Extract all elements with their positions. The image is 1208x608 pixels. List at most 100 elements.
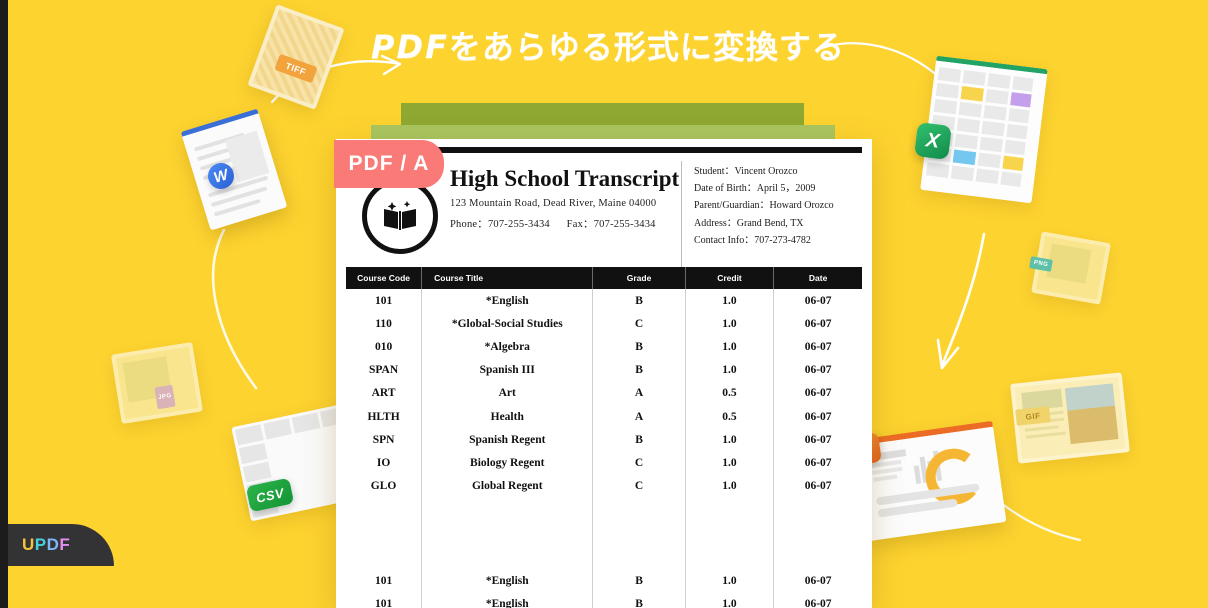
column-header-grade: Grade — [592, 267, 686, 289]
cell-date — [774, 498, 862, 534]
cell-credit: 1.0 — [685, 335, 775, 359]
school-name: High School Transcript — [450, 166, 680, 191]
cell-course-title: Art — [421, 381, 594, 405]
excel-badge: X — [914, 122, 952, 160]
cell-course-code — [346, 497, 423, 534]
image-card-left-badge: JPG — [154, 384, 176, 410]
cell-date: 06-07 — [804, 575, 832, 588]
cell-grade: C — [592, 474, 686, 498]
cell-course-title: *English — [421, 592, 594, 608]
word-card — [180, 108, 288, 231]
cell-credit: 0.5 — [685, 404, 775, 429]
cell-grade: A — [592, 381, 686, 405]
student-info-line: Contact Info：707-273-4782 — [694, 234, 811, 246]
cell-grade: B — [592, 428, 686, 452]
table-row: SPAN Spanish III B 1.0 06-07 — [346, 358, 862, 382]
cell-credit — [685, 497, 775, 534]
cell-course-code: ART — [346, 381, 423, 405]
cell-course-code: 101 — [346, 289, 423, 313]
cell-grade: B — [592, 569, 686, 593]
table-row: 101 *English B 1.0 06-07 — [346, 289, 862, 313]
cell-credit — [685, 533, 775, 570]
updf-letter-p: P — [34, 535, 47, 554]
page-title-jp: をあらゆる形式に変換する — [448, 28, 845, 66]
column-header-course-title: Course Title — [421, 267, 594, 289]
curve-left-icon — [211, 228, 258, 390]
cell-date: 06-07 — [804, 410, 832, 423]
cell-course-code: GLO — [346, 474, 423, 498]
cell-credit: 1.0 — [685, 358, 775, 382]
cell-course-code: IO — [346, 451, 423, 475]
cell-course-code: 010 — [346, 335, 423, 359]
table-row: SPN Spanish Regent B 1.0 06-07 — [346, 428, 862, 452]
cell-course-title: Biology Regent — [421, 451, 594, 475]
table-row: IO Biology Regent C 1.0 06-07 — [346, 451, 862, 475]
image-card-right-badge: PNG — [1029, 256, 1053, 272]
table-row: 110 *Global-Social Studies C 1.0 06-07 — [346, 312, 862, 336]
cell-date: 06-07 — [804, 294, 832, 307]
cell-course-title: Global Regent — [421, 474, 594, 498]
table-row: ART Art A 0.5 06-07 — [346, 381, 862, 405]
cell-course-code — [346, 533, 423, 570]
cell-course-title: Spanish Regent — [421, 428, 594, 452]
school-fax: Fax：707-255-3434 — [566, 219, 656, 231]
cell-credit: 1.0 — [685, 569, 775, 593]
table-row-spacer — [346, 497, 862, 534]
table-row: 101 *English B 1.0 06-07 — [346, 592, 862, 608]
cell-grade: B — [592, 289, 686, 313]
column-header-date: Date — [773, 267, 862, 289]
cell-course-title: *English — [421, 289, 594, 313]
student-info-line: Date of Birth：April 5，2009 — [694, 183, 816, 195]
book-glyph-icon — [384, 201, 416, 230]
yellow-background: TIFF W X CSV GIF JPG PNG PDFをあらゆる形式に変換する… — [8, 0, 1208, 608]
cell-date: 06-07 — [804, 387, 832, 400]
cell-credit: 0.5 — [685, 381, 775, 405]
open-book-seal-icon — [362, 178, 438, 254]
cell-course-code: HLTH — [346, 404, 423, 429]
cell-grade: B — [592, 592, 686, 608]
student-info: Student：Vincent Orozco Date of Birth：Apr… — [681, 161, 872, 271]
page-title-latin: PDF — [371, 28, 449, 66]
table-header-row: Course Code Course Title Grade Credit Da… — [346, 267, 862, 289]
cell-grade: B — [592, 358, 686, 382]
cell-course-code: SPN — [346, 428, 423, 452]
school-info: High School Transcript 123 Mountain Road… — [450, 161, 681, 271]
cell-course-code: 101 — [346, 592, 423, 608]
cell-date: 06-07 — [804, 433, 832, 446]
cell-course-code: 101 — [346, 569, 423, 593]
cell-course-title: *Global-Social Studies — [421, 312, 594, 336]
school-contact: Phone：707-255-3434 Fax：707-255-3434 — [450, 216, 681, 231]
cell-course-title — [421, 497, 594, 534]
updf-letter-u: U — [22, 535, 35, 554]
cell-date: 06-07 — [804, 364, 832, 377]
arrow-right-down-icon — [936, 232, 986, 370]
student-info-line: Student：Vincent Orozco — [694, 166, 798, 177]
cell-date — [774, 534, 862, 570]
pdfa-badge: PDF / A — [334, 140, 444, 188]
cell-date: 06-07 — [804, 340, 832, 353]
table-row: GLO Global Regent C 1.0 06-07 — [346, 474, 862, 498]
cell-grade — [592, 533, 686, 570]
cell-credit: 1.0 — [685, 428, 775, 452]
table-row: 010 *Algebra B 1.0 06-07 — [346, 335, 862, 359]
cell-date: 06-07 — [804, 480, 832, 493]
cell-course-title: *English — [421, 569, 594, 593]
table-body: 101 *English B 1.0 06-07 110 *Global-Social St… — [346, 289, 862, 608]
cell-grade: C — [592, 312, 686, 336]
cell-date: 06-07 — [804, 598, 832, 608]
column-header-credit: Credit — [685, 267, 775, 289]
table-row: 101 *English B 1.0 06-07 — [346, 569, 862, 593]
cell-credit: 1.0 — [685, 474, 775, 498]
cell-credit: 1.0 — [685, 289, 775, 313]
updf-letter-f: F — [59, 535, 71, 554]
image-card-left — [111, 342, 203, 424]
cell-course-code: 110 — [346, 312, 423, 336]
cell-grade: A — [592, 404, 686, 429]
table-row-spacer — [346, 533, 862, 570]
cell-credit: 1.0 — [685, 592, 775, 608]
student-info-line: Parent/Guardian：Howard Orozco — [694, 200, 834, 212]
cell-course-code: SPAN — [346, 358, 423, 382]
school-phone: Phone：707-255-3434 — [450, 219, 550, 231]
cell-date: 06-07 — [804, 317, 832, 330]
updf-logo: UPDF — [8, 524, 114, 566]
